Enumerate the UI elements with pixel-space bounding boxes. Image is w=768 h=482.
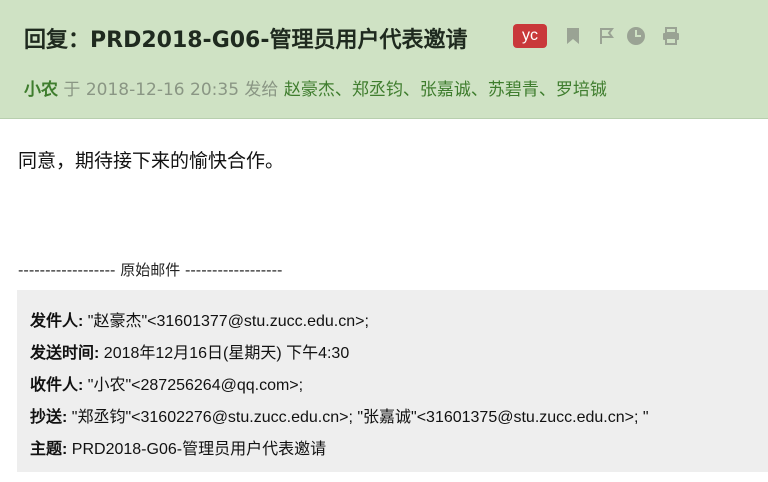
to-label: 收件人: xyxy=(30,377,84,394)
original-mail-divider: ------------------ 原始邮件 ----------------… xyxy=(18,261,283,279)
from-value: "赵豪杰"<31601377@stu.zucc.edu.cn>; xyxy=(87,313,369,330)
sent-time-value: 2018年12月16日(星期天) 下午4:30 xyxy=(103,345,350,362)
to-value: "小农"<287256264@qq.com>; xyxy=(87,377,304,394)
subject-value: PRD2018-G06-管理员用户代表邀请 xyxy=(71,441,327,458)
email-header: 回复：PRD2018-G06-管理员用户代表邀请 yc 小农 于 2018-12… xyxy=(0,0,768,119)
email-body: 同意，期待接下来的愉快合作。 xyxy=(18,150,285,172)
tag-badge[interactable]: yc xyxy=(513,24,547,48)
subject-label: 主题: xyxy=(30,441,68,458)
flag-icon[interactable] xyxy=(597,26,617,46)
email-subject: 回复：PRD2018-G06-管理员用户代表邀请 xyxy=(24,28,468,53)
email-meta: 小农 于 2018-12-16 20:35 发给 赵豪杰、郑丞钧、张嘉诚、苏碧青… xyxy=(24,75,607,100)
sent-to-word: 发给 xyxy=(244,80,279,100)
at-word: 于 xyxy=(63,80,81,100)
bookmark-icon[interactable] xyxy=(563,26,583,46)
clock-icon[interactable] xyxy=(626,26,646,46)
sent-datetime: 2018-12-16 20:35 xyxy=(85,80,240,100)
from-row: 发件人: "赵豪杰"<31601377@stu.zucc.edu.cn>; xyxy=(30,307,369,331)
from-label: 发件人: xyxy=(30,313,84,330)
print-icon[interactable] xyxy=(661,26,681,46)
sent-time-label: 发送时间: xyxy=(30,345,100,362)
sender-name[interactable]: 小农 xyxy=(24,80,58,100)
to-row: 收件人: "小农"<287256264@qq.com>; xyxy=(30,371,303,395)
recipient-list[interactable]: 赵豪杰、郑丞钧、张嘉诚、苏碧青、罗培铖 xyxy=(284,80,607,100)
subject-row: 主题: PRD2018-G06-管理员用户代表邀请 xyxy=(30,435,326,459)
cc-value: "郑丞钧"<31602276@stu.zucc.edu.cn>; "张嘉诚"<3… xyxy=(71,409,649,426)
sent-time-row: 发送时间: 2018年12月16日(星期天) 下午4:30 xyxy=(30,339,349,363)
cc-label: 抄送: xyxy=(30,409,68,426)
quoted-original-mail: 发件人: "赵豪杰"<31601377@stu.zucc.edu.cn>; 发送… xyxy=(17,290,768,472)
cc-row: 抄送: "郑丞钧"<31602276@stu.zucc.edu.cn>; "张嘉… xyxy=(30,403,649,427)
